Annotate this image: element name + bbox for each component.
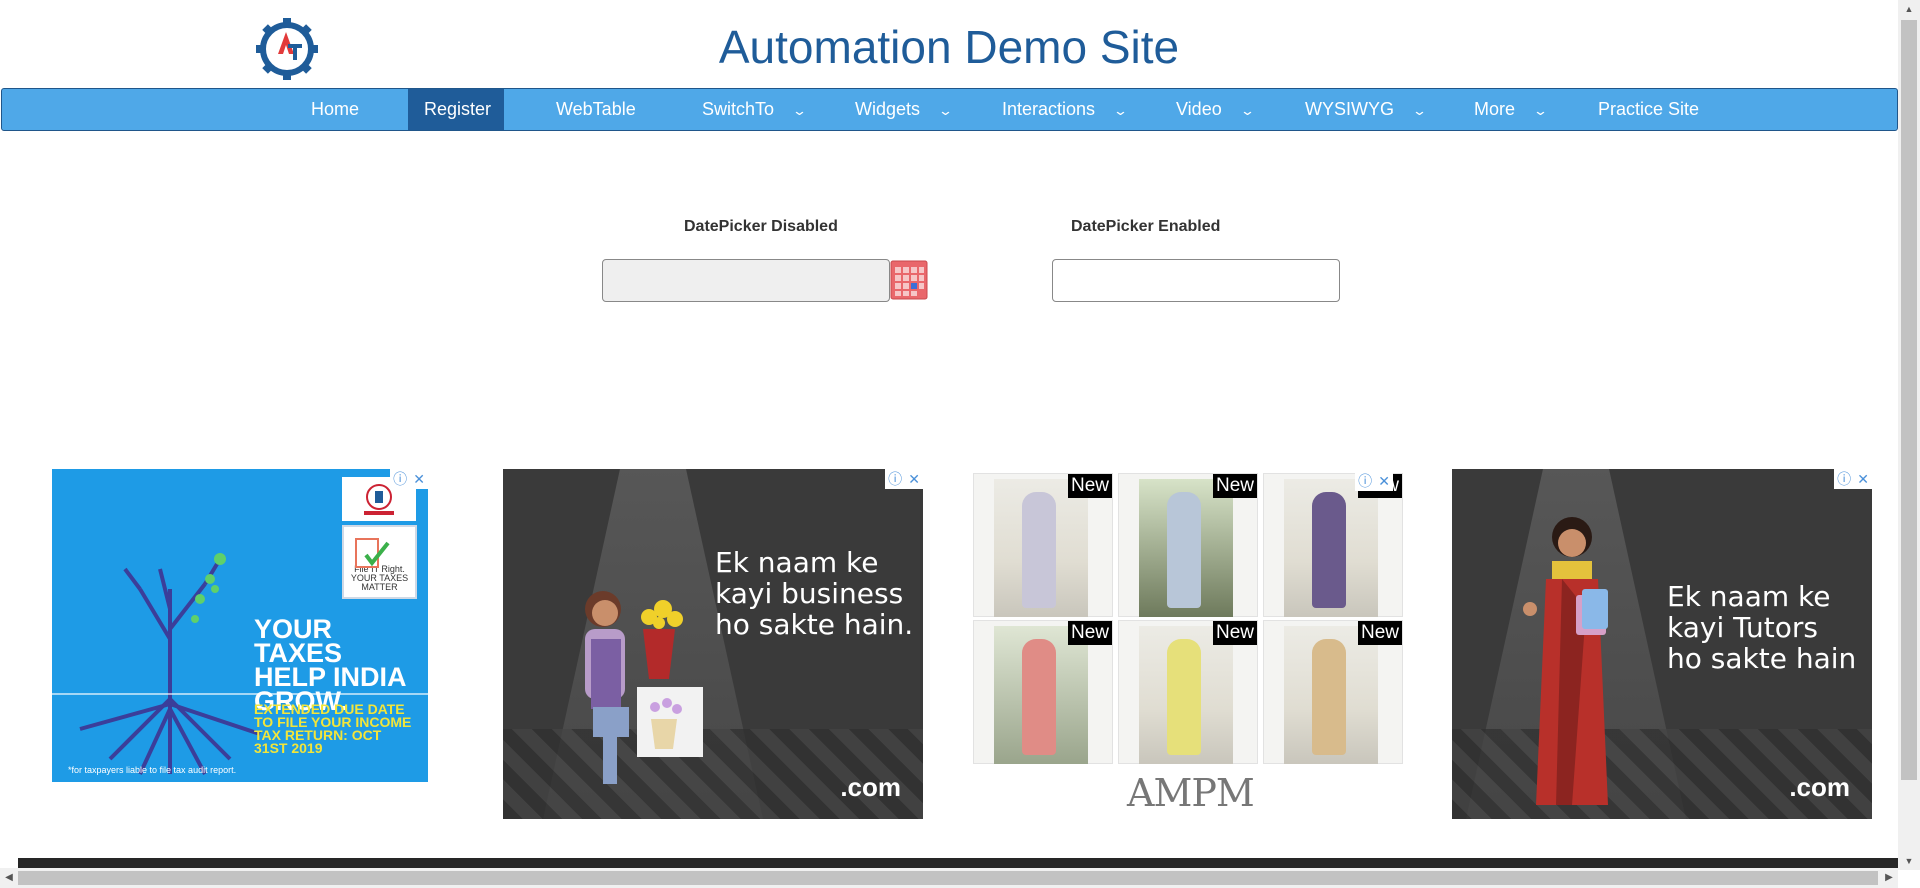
nav-label: SwitchTo bbox=[702, 99, 775, 119]
new-badge: New bbox=[1213, 621, 1257, 645]
nav-label: Video bbox=[1176, 99, 1222, 119]
nav-more[interactable]: More ⌄ bbox=[1458, 89, 1562, 130]
horizontal-scrollbar[interactable]: ◀ ▶ bbox=[0, 868, 1898, 888]
ad-footnote: *for taxpayers liable to file tax audit … bbox=[68, 765, 237, 775]
product-tile[interactable]: New bbox=[1118, 620, 1258, 764]
nav-register[interactable]: Register bbox=[408, 89, 504, 130]
scroll-up-icon[interactable]: ▲ bbox=[1898, 0, 1920, 18]
woman-in-saree-illustration bbox=[1523, 517, 1608, 805]
scroll-thumb[interactable] bbox=[18, 871, 1878, 885]
main-nav: Home Register WebTable SwitchTo ⌄ Widgets… bbox=[1, 88, 1898, 131]
info-icon: ⓘ bbox=[393, 471, 408, 487]
datepicker-disabled-label: DatePicker Disabled bbox=[684, 218, 838, 235]
nav-label: Interactions bbox=[1002, 99, 1096, 119]
calendar-icon[interactable] bbox=[890, 259, 928, 301]
info-icon: ⓘ bbox=[1358, 473, 1373, 489]
nav-home[interactable]: Home bbox=[295, 89, 375, 130]
chevron-down-icon: ⌄ bbox=[1239, 103, 1255, 118]
scroll-left-icon[interactable]: ◀ bbox=[0, 868, 18, 888]
ad-tax-banner[interactable]: File IT Right. YOUR TAXES MATTER YOUR TA… bbox=[52, 469, 428, 782]
scroll-thumb[interactable] bbox=[1901, 20, 1917, 780]
nav-webtable[interactable]: WebTable bbox=[540, 89, 652, 130]
ad-close-button[interactable]: ⓘ ✕ bbox=[1834, 469, 1872, 489]
chevron-down-icon: ⌄ bbox=[1411, 103, 1428, 118]
vertical-scrollbar[interactable]: ▲ ▼ bbox=[1898, 0, 1920, 870]
ad-tagline: Ek naam ke kayi business ho sakte hain. bbox=[715, 546, 914, 641]
nav-label: More bbox=[1474, 99, 1516, 119]
ad-domain-text: .com bbox=[1789, 772, 1850, 802]
document-check-icon bbox=[355, 538, 390, 568]
nav-label: Home bbox=[311, 99, 360, 119]
info-icon: ⓘ bbox=[888, 471, 903, 487]
new-badge: New bbox=[1213, 474, 1257, 498]
nav-label: Practice Site bbox=[1598, 99, 1700, 119]
datepicker-enabled-label: DatePicker Enabled bbox=[1071, 218, 1221, 235]
tree-roots-icon bbox=[79, 553, 261, 775]
nav-label: Widgets bbox=[855, 99, 921, 119]
scroll-right-icon[interactable]: ▶ bbox=[1880, 868, 1898, 888]
nav-label: WebTable bbox=[556, 99, 636, 119]
page-title: Automation Demo Site bbox=[718, 21, 1180, 73]
close-icon: ✕ bbox=[1378, 473, 1390, 489]
nav-interactions[interactable]: Interactions ⌄ bbox=[986, 89, 1142, 130]
ad-fashion-grid[interactable]: New New New New New New AMPM ⓘ✕ bbox=[971, 469, 1403, 819]
close-icon: ✕ bbox=[413, 471, 425, 487]
product-tile[interactable]: New bbox=[1263, 620, 1403, 764]
info-icon: ⓘ bbox=[1837, 471, 1852, 487]
nav-widgets[interactable]: Widgets ⌄ bbox=[839, 89, 967, 130]
ad-tagline: Ek naam ke kayi Tutors ho sakte hain bbox=[1667, 580, 1857, 675]
brand-logo: AMPM bbox=[1127, 771, 1255, 815]
chevron-down-icon: ⌄ bbox=[791, 103, 808, 118]
chevron-down-icon: ⌄ bbox=[1112, 103, 1129, 118]
product-tile[interactable]: New bbox=[1263, 473, 1403, 617]
ad-close-button[interactable]: ⓘ ✕ bbox=[885, 469, 923, 489]
woman-with-flowers-illustration bbox=[585, 591, 703, 784]
product-tile[interactable]: New bbox=[973, 473, 1113, 617]
close-icon: ✕ bbox=[908, 471, 920, 487]
nav-switchto[interactable]: SwitchTo ⌄ bbox=[686, 89, 821, 130]
chevron-down-icon: ⌄ bbox=[937, 103, 954, 118]
ad-subline: EXTENDED DUE DATE TO FILE YOUR INCOME TA… bbox=[254, 701, 412, 756]
product-tile[interactable]: New bbox=[973, 620, 1113, 764]
ad-tutors-banner[interactable]: Ek naam ke kayi Tutors ho sakte hain .co… bbox=[1452, 469, 1872, 819]
new-badge: New bbox=[1068, 621, 1112, 645]
ad-headline: YOUR TAXES HELP INDIA GROW. bbox=[254, 614, 406, 716]
new-badge: New bbox=[1068, 474, 1112, 498]
ad-close-button[interactable]: ⓘ ✕ bbox=[390, 469, 428, 489]
footer-bar bbox=[18, 858, 1898, 868]
nav-label: Register bbox=[424, 99, 492, 119]
ad-business-banner[interactable]: Ek naam ke kayi business ho sakte hain. … bbox=[503, 469, 923, 819]
ad-domain-text: .com bbox=[840, 772, 901, 802]
ad-close-button[interactable]: ⓘ ✕ bbox=[1355, 471, 1393, 491]
new-badge: New bbox=[1358, 621, 1402, 645]
chevron-down-icon: ⌄ bbox=[1532, 103, 1549, 118]
datepicker-disabled-input[interactable] bbox=[602, 259, 890, 302]
close-icon: ✕ bbox=[1857, 471, 1869, 487]
product-tile[interactable]: New bbox=[1118, 473, 1258, 617]
scroll-down-icon[interactable]: ▼ bbox=[1898, 852, 1920, 870]
datepicker-enabled-input[interactable] bbox=[1052, 259, 1340, 302]
nav-video[interactable]: Video ⌄ bbox=[1160, 89, 1269, 130]
nav-wysiwyg[interactable]: WYSIWYG ⌄ bbox=[1289, 89, 1441, 130]
nav-practice-site[interactable]: Practice Site bbox=[1582, 89, 1715, 130]
nav-label: WYSIWYG bbox=[1305, 99, 1394, 119]
